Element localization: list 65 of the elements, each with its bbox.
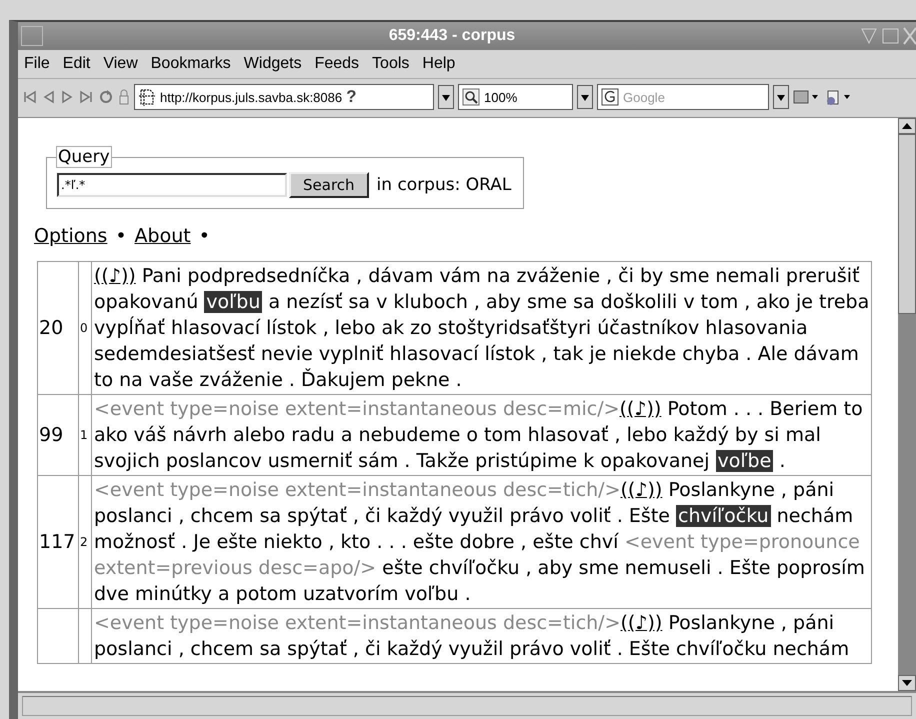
close-icon[interactable]: [902, 26, 916, 46]
concordance-line: sedemdesiatšesť nevie vyplniť hlasovací lístok , tak je niekde chyba . Ale dávam: [94, 342, 860, 367]
dropdown-button[interactable]: [438, 85, 454, 109]
concordance-line: možnosť . Je ešte niekto , kto . . . ešte dobre , ešte chví <event type=pronounce: [94, 530, 861, 555]
menu-item[interactable]: File: [24, 55, 50, 73]
sound-link[interactable]: ((♪)): [94, 265, 136, 287]
bullet: •: [198, 225, 210, 247]
concordance-line: poslanci , chcem sa spýtať , či každý využil právo voliť . Ešte chvíľočku nechám: [94, 504, 854, 529]
last-icon[interactable]: [78, 89, 94, 105]
lock-icon[interactable]: [118, 89, 130, 105]
dropdown-button[interactable]: [773, 85, 789, 109]
forward-icon[interactable]: [60, 89, 74, 105]
result-index: 2: [80, 535, 88, 549]
dropdown-button[interactable]: [577, 85, 593, 109]
corpus-label: in corpus: ORAL: [376, 175, 512, 195]
menu-item[interactable]: Edit: [62, 55, 90, 73]
address-field[interactable]: http://korpus.juls.savba.sk:8086 ?: [134, 84, 434, 110]
concordance-line: opakovanú voľbu a nezísť sa v kluboch , aby sme sa doškolili v tom , ako je treba: [94, 290, 870, 315]
result-number: 117: [39, 531, 76, 553]
concordance-line: <event type=noise extent=instantaneous desc=mic/>((♪)) Potom . . . Beriem to: [94, 397, 864, 422]
menu-item[interactable]: View: [103, 55, 138, 73]
result-index: 0: [80, 321, 88, 335]
reload-icon[interactable]: [98, 89, 114, 105]
zoom-field[interactable]: 100%: [458, 84, 573, 110]
nav-link[interactable]: Options: [34, 225, 108, 247]
google-icon: [601, 88, 619, 106]
concordance-line: <event type=noise extent=instantaneous desc=tich/>((♪)) Poslankyne , páni: [94, 478, 836, 503]
sound-link[interactable]: ((♪)): [620, 398, 662, 420]
down-arrow-icon: [901, 678, 913, 688]
up-arrow-icon: [901, 121, 913, 131]
page-icon: [138, 88, 156, 106]
scroll-up-button[interactable]: [898, 118, 916, 134]
query-input[interactable]: .*ľ.*: [57, 173, 287, 197]
first-icon[interactable]: [22, 89, 38, 105]
concordance-line: ((♪)) Pani podpredsedníčka , dávam vám na zváženie , či by sme nemali prerušiť: [94, 264, 861, 289]
query-legend: Query: [56, 146, 112, 168]
concordance-line: vypĺňať hlasovací lístok , lebo ak zo stoštyridsaťštyri účastníkov hlasovania: [94, 315, 809, 341]
menu-item[interactable]: Tools: [372, 55, 410, 73]
menu-item[interactable]: Help: [422, 55, 456, 73]
window-menu-button[interactable]: [21, 26, 43, 46]
result-number: 20: [39, 317, 64, 339]
window-icon[interactable]: [793, 89, 821, 105]
scrollbar-thumb[interactable]: [898, 134, 916, 314]
search-button[interactable]: Search: [289, 172, 369, 198]
concordance-line: dve minútky a potom uzatvorím voľbu .: [94, 582, 472, 607]
concordance-line: ako váš návrh alebo radu a nebudeme o tom hlasovať , lebo každý by si mal: [94, 423, 822, 448]
sound-link[interactable]: ((♪)): [620, 479, 662, 501]
bullet: •: [115, 225, 127, 247]
window-title: 659:443 - corpus: [388, 27, 516, 45]
sound-link[interactable]: ((♪)): [620, 612, 662, 634]
magnifier-icon: [462, 88, 480, 106]
concordance-line: <event type=noise extent=instantaneous desc=tich/>((♪)) Poslankyne , páni: [94, 611, 836, 636]
scroll-down-button[interactable]: [898, 675, 916, 691]
nav-link[interactable]: About: [134, 225, 191, 247]
concordance-line: extent=previous desc=apo/> ešte chvíľočku , aby sme nemuseli . Ešte poprosím: [94, 556, 866, 581]
result-index: 1: [80, 428, 88, 442]
result-number: 99: [39, 424, 64, 446]
concordance-line: svojich poslancov usmerniť sám . Takže pristúpime k opakovanej voľbe .: [94, 449, 786, 474]
back-icon[interactable]: [42, 89, 56, 105]
concordance-line: to na vaše zváženie . Ďakujem pekne .: [94, 367, 463, 393]
menu-item[interactable]: Widgets: [244, 55, 302, 73]
menu-item[interactable]: Feeds: [314, 55, 360, 73]
page-icon[interactable]: [825, 89, 853, 105]
menu-item[interactable]: Bookmarks: [150, 55, 231, 73]
concordance-line: poslanci , chcem sa spýtať , či každý využil právo voliť . Ešte chvíľočku nechám: [94, 637, 850, 662]
